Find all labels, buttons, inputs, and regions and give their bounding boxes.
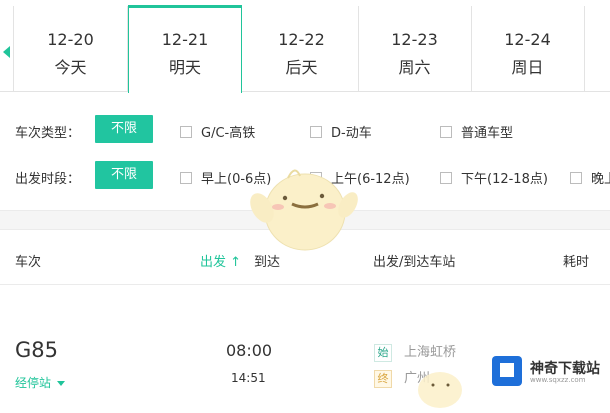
sort-by-depart-button[interactable]: 出发 ↑: [200, 251, 241, 270]
date-tab-bar: 12-20 今天 12-21 明天 12-22 后天 12-23 周六 12-2…: [0, 0, 610, 93]
watermark-url: www.sqxzz.com: [530, 376, 586, 384]
checkbox[interactable]: [180, 126, 192, 138]
start-station: 始上海虹桥: [374, 341, 456, 362]
train-number[interactable]: G85: [15, 338, 58, 362]
stops-toggle[interactable]: 经停站: [15, 374, 66, 391]
filter-train-type: 车次类型： 不限 G/C-高铁 D-动车 普通车型: [0, 115, 610, 145]
date-tab-12-23[interactable]: 12-23 周六: [358, 6, 472, 92]
prev-dates-button[interactable]: [0, 6, 14, 92]
depart-time: 08:00: [226, 341, 273, 360]
date-tab-date: 12-20: [47, 30, 94, 49]
filter-label: 出发时段：: [15, 172, 81, 187]
header-train: 车次: [15, 255, 42, 270]
chevron-left-icon: [3, 46, 10, 58]
arrive-time: 14:51: [231, 371, 266, 385]
unlimited-button[interactable]: 不限: [95, 161, 153, 189]
start-badge-icon: 始: [374, 344, 392, 362]
chick-mascot-icon: [250, 169, 358, 251]
option-evening[interactable]: 晚上: [570, 168, 610, 187]
unlimited-button[interactable]: 不限: [95, 115, 153, 143]
date-tab-12-21[interactable]: 12-21 明天: [128, 5, 242, 93]
date-tab-12-22[interactable]: 12-22 后天: [245, 6, 359, 92]
date-tab-day: 周日: [511, 58, 544, 77]
checkbox[interactable]: [440, 126, 452, 138]
checkbox[interactable]: [440, 172, 452, 184]
date-tab-12-24[interactable]: 12-24 周日: [471, 6, 585, 92]
date-tab-date: 12-21: [161, 30, 209, 49]
date-tab-day: 今天: [54, 58, 87, 77]
filter-label: 车次类型：: [15, 126, 81, 141]
date-tab-date: 12-23: [391, 30, 438, 49]
caret-down-icon: [57, 381, 66, 386]
end-badge-icon: 终: [374, 370, 392, 388]
site-watermark-logo: 神奇下载站 www.sqxzz.com: [488, 354, 608, 388]
train-search-page: 12-20 今天 12-21 明天 12-22 后天 12-23 周六 12-2…: [0, 0, 610, 413]
date-tab-day: 明天: [168, 58, 201, 77]
date-tab-date: 12-24: [504, 30, 551, 49]
date-tab-day: 周六: [398, 58, 431, 77]
watermark-name: 神奇下载站: [530, 361, 600, 377]
chick-watermark-icon: [418, 372, 462, 408]
checkbox[interactable]: [310, 126, 322, 138]
checkbox[interactable]: [180, 172, 192, 184]
date-tab-day: 后天: [285, 58, 318, 77]
date-tab-date: 12-22: [278, 30, 325, 49]
option-bullet-train[interactable]: D-动车: [310, 122, 372, 141]
option-high-speed[interactable]: G/C-高铁: [180, 122, 255, 141]
cube-logo-icon: [492, 356, 522, 386]
option-afternoon[interactable]: 下午(12-18点): [440, 168, 548, 187]
date-tab-12-20[interactable]: 12-20 今天: [14, 6, 128, 92]
option-regular-train[interactable]: 普通车型: [440, 122, 513, 141]
header-stations: 出发/到达车站: [373, 255, 456, 270]
checkbox[interactable]: [570, 172, 582, 184]
header-duration[interactable]: 耗时: [563, 251, 589, 270]
